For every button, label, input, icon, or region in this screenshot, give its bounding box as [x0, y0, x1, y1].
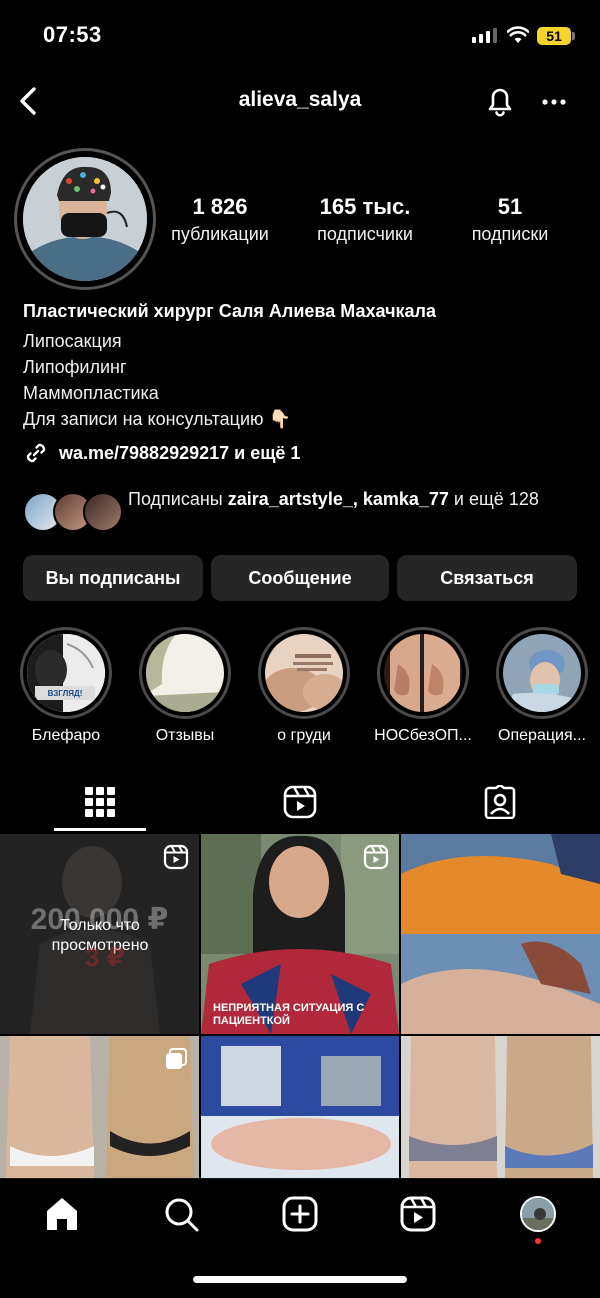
highlight-ring: [496, 627, 588, 719]
bio-link-text: wa.me/79882929217 и ещё 1: [59, 442, 301, 463]
followed-by-prefix: Подписаны: [128, 489, 228, 509]
highlight-label: Блефаро: [31, 727, 101, 744]
post-caption: НЕПРИЯТНАЯ СИТУАЦИЯ С ПАЦИЕНТКОЙ: [213, 1002, 365, 1027]
stat-following-value: 51: [497, 194, 523, 219]
stat-posts[interactable]: 1 826 публикации: [156, 194, 284, 245]
bio-line: Маммопластика: [23, 383, 159, 403]
bio-line: Липосакция: [23, 331, 122, 351]
profile-avatar[interactable]: [23, 157, 147, 281]
post-thumbnail[interactable]: [401, 834, 600, 1034]
post-thumbnail[interactable]: НЕПРИЯТНАЯ СИТУАЦИЯ С ПАЦИЕНТКОЙ: [201, 834, 399, 1034]
signal-icon: [472, 28, 497, 43]
battery-tip: [572, 32, 575, 40]
post-thumbnail[interactable]: [401, 1036, 600, 1178]
highlight-label: Отзывы: [155, 727, 215, 744]
home-icon[interactable]: [42, 1194, 82, 1234]
bio-link[interactable]: wa.me/79882929217 и ещё 1: [23, 440, 300, 466]
highlight-item[interactable]: о груди: [258, 627, 350, 744]
bell-icon[interactable]: [484, 84, 516, 118]
stat-posts-value: 1 826: [192, 194, 248, 219]
stat-following-label: подписки: [471, 224, 549, 244]
contact-button[interactable]: Связаться: [397, 555, 577, 601]
message-button[interactable]: Сообщение: [211, 555, 389, 601]
more-icon[interactable]: [540, 88, 568, 116]
stat-posts-label: публикации: [171, 224, 269, 244]
home-indicator: [193, 1276, 407, 1283]
highlight-ring: [377, 627, 469, 719]
highlight-cover: ВЗГЛЯД!: [27, 634, 105, 712]
battery-icon: 51: [537, 27, 571, 45]
tab-active-indicator: [54, 828, 146, 831]
following-button[interactable]: Вы подписаны: [23, 555, 203, 601]
highlight-item[interactable]: ВЗГЛЯД! Блефаро: [20, 627, 112, 744]
highlight-label: о груди: [277, 727, 331, 744]
bio-line: Липофилинг: [23, 357, 127, 377]
carousel-icon: [166, 1048, 187, 1069]
highlight-item[interactable]: НОСбезОП...: [374, 627, 472, 744]
add-icon[interactable]: [280, 1194, 320, 1234]
highlight-cover: [146, 634, 224, 712]
followed-by-users: zaira_artstyle_, kamka_77: [227, 489, 449, 509]
highlight-cover: [503, 634, 581, 712]
post-thumbnail[interactable]: [0, 1036, 199, 1178]
avatar: [83, 492, 123, 532]
highlight-ring: ВЗГЛЯД!: [20, 627, 112, 719]
reels-icon: [163, 844, 189, 870]
post-thumbnail[interactable]: [201, 1036, 399, 1178]
bio-name: Пластический хирург Саля Алиева Махачкал…: [23, 301, 436, 321]
highlight-cover: [384, 634, 462, 712]
post-overlay-price-2: 3 ₽: [85, 942, 125, 972]
followed-by-avatars[interactable]: [23, 490, 123, 532]
highlight-item[interactable]: Отзывы: [139, 627, 231, 744]
highlight-cover: [265, 634, 343, 712]
stat-followers[interactable]: 165 тыс. подписчики: [298, 194, 432, 245]
highlight-label: НОСбезОП...: [374, 727, 472, 744]
reels-icon[interactable]: [283, 785, 317, 819]
reels-icon[interactable]: [398, 1194, 438, 1234]
highlight-label: Операция...: [498, 727, 586, 744]
stat-following[interactable]: 51 подписки: [450, 194, 570, 245]
followed-by-text[interactable]: Подписаны zaira_artstyle_, kamka_77 и ещ…: [128, 486, 578, 512]
post-thumbnail[interactable]: 200 000 ₽ Только что просмотрено 3 ₽: [0, 834, 199, 1034]
followed-by-suffix: и ещё 128: [448, 489, 539, 509]
stat-followers-label: подписчики: [317, 224, 413, 244]
notification-dot: [535, 1238, 541, 1244]
highlight-ring: [139, 627, 231, 719]
bio-line: Для записи на консультацию 👇🏻: [23, 409, 291, 429]
search-icon[interactable]: [161, 1194, 201, 1234]
highlight-overlay-text: ВЗГЛЯД!: [48, 689, 83, 698]
stat-followers-value: 165 тыс.: [319, 194, 411, 219]
reels-icon: [363, 844, 389, 870]
highlight-item[interactable]: Операция...: [496, 627, 588, 744]
wifi-icon: [507, 26, 529, 43]
highlight-ring: [258, 627, 350, 719]
tagged-icon[interactable]: [483, 785, 517, 819]
link-icon: [26, 443, 46, 463]
status-time: 07:53: [43, 22, 102, 47]
profile-avatar[interactable]: [520, 1196, 556, 1232]
grid-icon[interactable]: [84, 786, 116, 818]
